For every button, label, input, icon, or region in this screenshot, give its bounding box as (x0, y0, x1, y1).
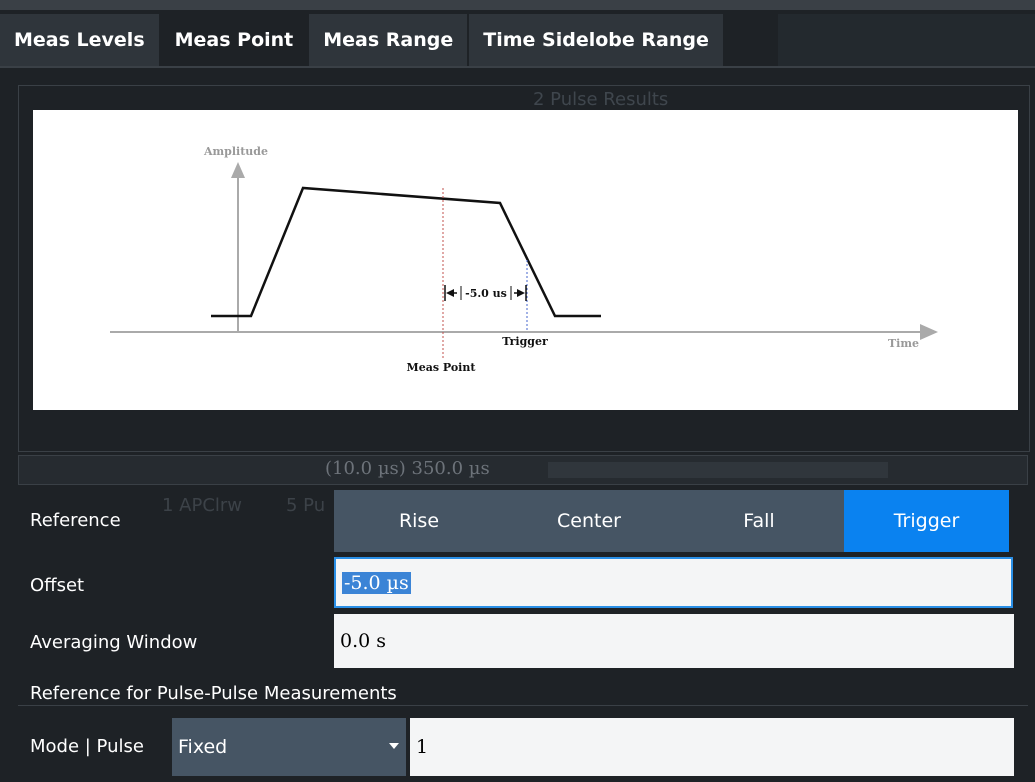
meas-point-label: Meas Point (407, 361, 477, 374)
reference-option-center[interactable]: Center (504, 490, 674, 552)
reference-option-fall[interactable]: Fall (674, 490, 844, 552)
pulse-waveform (211, 186, 601, 318)
background-trace-apclrw: 1 APClrw (162, 495, 243, 516)
offset-value: -5.0 µs (342, 571, 411, 594)
background-pulse-results-title: 2 Pulse Results (533, 89, 669, 110)
averaging-window-value: 0.0 s (340, 630, 387, 652)
tab-bar: Meas Levels Meas Point Meas Range Time S… (0, 14, 723, 66)
offset-label: Offset (30, 575, 85, 596)
offset-input[interactable]: -5.0 µs (334, 557, 1013, 608)
reference-option-trigger[interactable]: Trigger (844, 490, 1009, 552)
mode-pulse-label: Mode | Pulse (30, 736, 144, 757)
pulse-value: 1 (416, 736, 429, 758)
time-axis-arrow-icon (920, 324, 938, 340)
tab-bar-filler (778, 14, 1035, 66)
time-label: Time (888, 337, 919, 350)
tab-meas-levels[interactable]: Meas Levels (0, 14, 159, 66)
background-scrollbar (548, 462, 888, 478)
pulse-pulse-section-title: Reference for Pulse-Pulse Measurements (30, 683, 397, 704)
pulse-input[interactable]: 1 (410, 718, 1014, 776)
tab-meas-point[interactable]: Meas Point (160, 14, 308, 66)
reference-label: Reference (30, 510, 121, 531)
offset-dimension-label: -5.0 us (465, 287, 507, 300)
chevron-down-icon[interactable] (389, 743, 399, 749)
amplitude-label: Amplitude (203, 145, 268, 158)
mode-select[interactable]: Fixed (172, 718, 406, 776)
tab-divider (0, 66, 1035, 68)
background-trace-pulse: 5 Pu (286, 495, 326, 516)
averaging-window-input[interactable]: 0.0 s (334, 614, 1014, 668)
meas-point-diagram: Amplitude Time -5.0 us Trigger Meas Poin… (33, 110, 1018, 410)
section-divider (18, 705, 1028, 706)
mode-value: Fixed (178, 736, 228, 758)
trigger-label: Trigger (502, 335, 548, 348)
tab-time-sidelobe-range[interactable]: Time Sidelobe Range (469, 14, 723, 66)
reference-option-rise[interactable]: Rise (334, 490, 504, 552)
pulse-diagram-svg: Amplitude Time -5.0 us Trigger Meas Poin… (110, 145, 938, 374)
amplitude-axis-arrow-icon (231, 162, 245, 178)
averaging-window-label: Averaging Window (30, 632, 198, 653)
tab-meas-range[interactable]: Meas Range (309, 14, 468, 66)
background-time-span: (10.0 µs) 350.0 µs (325, 458, 490, 479)
title-strip (0, 0, 1035, 10)
